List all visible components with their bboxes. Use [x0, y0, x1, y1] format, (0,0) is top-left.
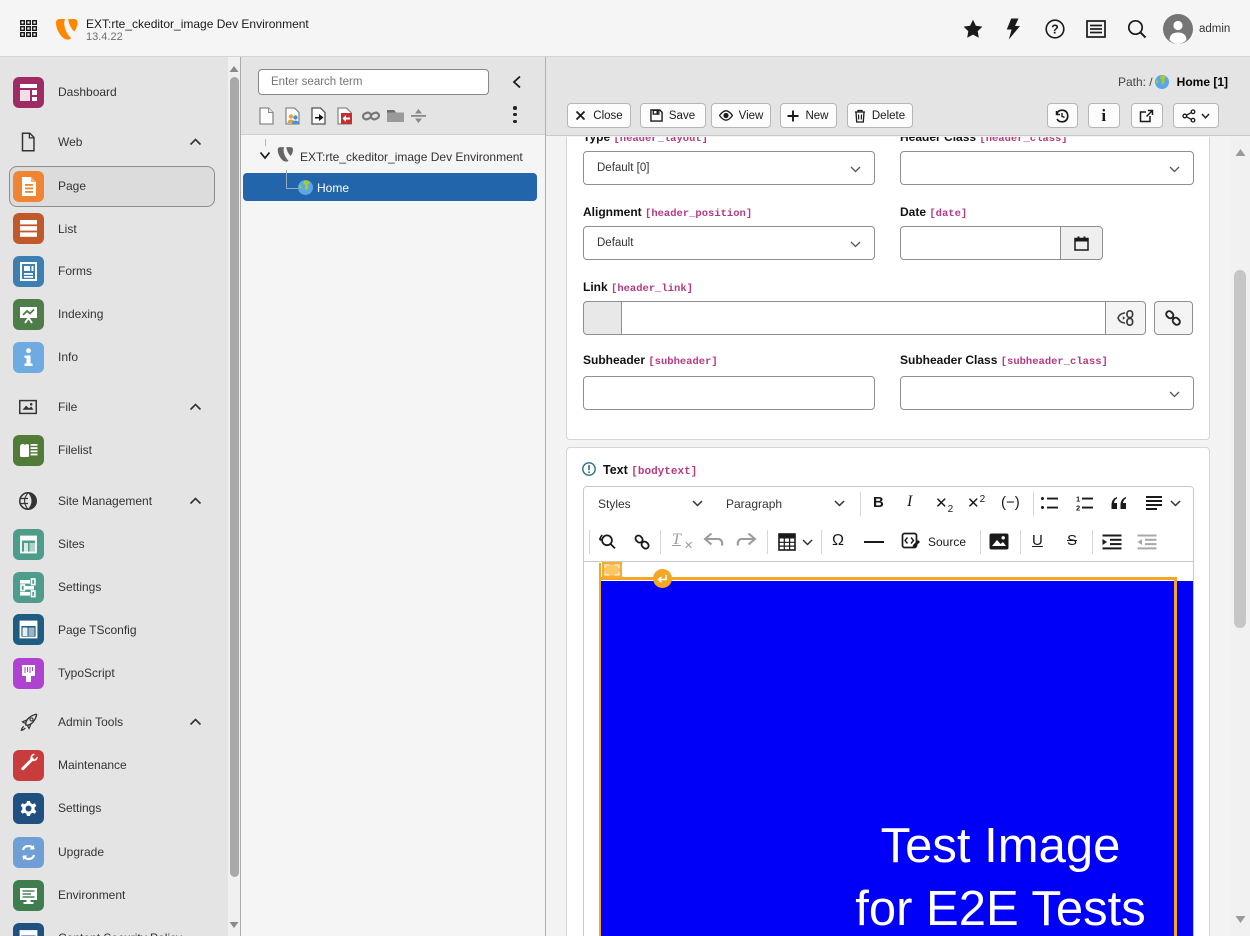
svg-text:?: ?	[1051, 23, 1059, 37]
svg-text:2: 2	[1076, 504, 1080, 513]
svg-text:1: 1	[1076, 495, 1080, 504]
